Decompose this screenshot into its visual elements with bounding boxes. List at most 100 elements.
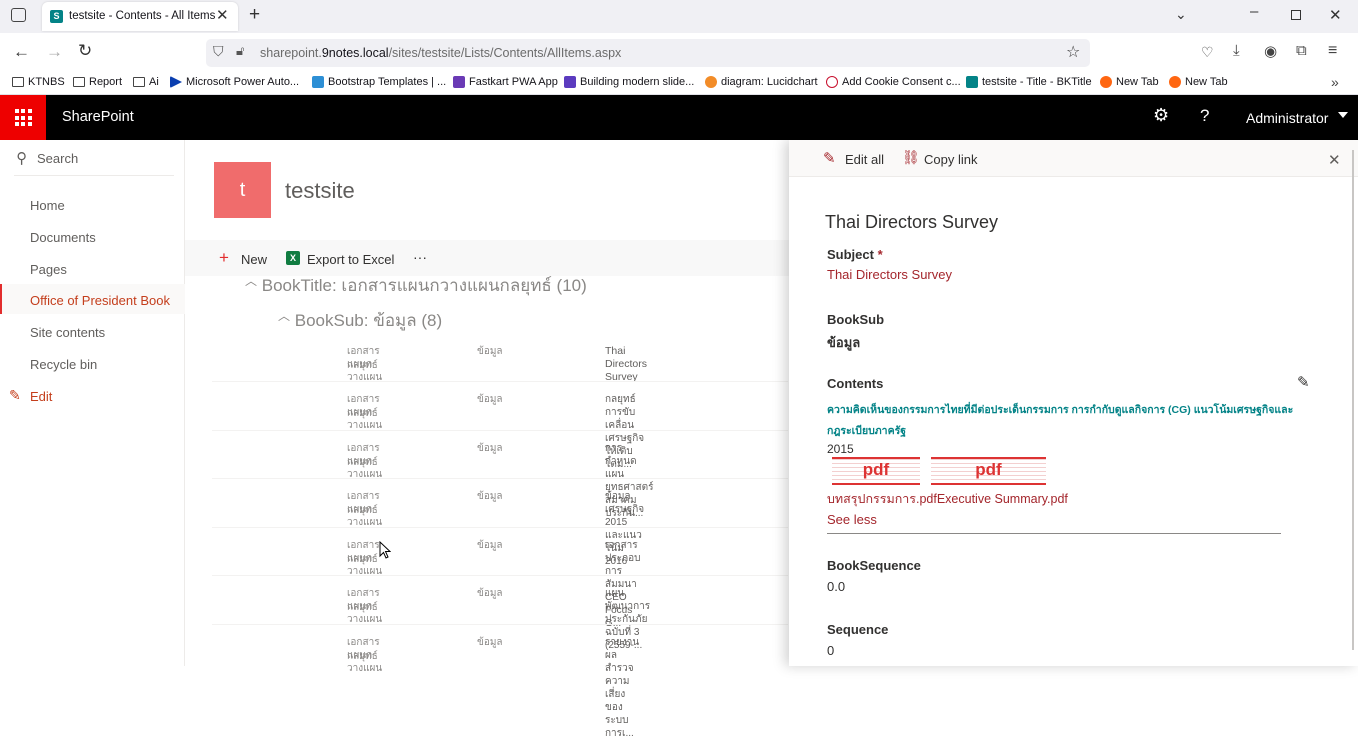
bookmark-item[interactable]: Fastkart PWA App: [453, 76, 558, 88]
copy-link-icon[interactable]: ⛓: [902, 149, 920, 166]
user-menu-caret-icon[interactable]: [1338, 112, 1348, 118]
contents-line-1[interactable]: ความคิดเห็นของกรรมการไทยที่มีต่อประเด็นก…: [827, 401, 1293, 418]
lock-icon[interactable]: 🔓︎: [236, 43, 244, 59]
browser-tab[interactable]: S testsite - Contents - All Items ✕: [42, 2, 238, 31]
edit-all-button[interactable]: Edit all: [845, 152, 884, 167]
back-icon[interactable]: ←: [13, 42, 30, 62]
bookmark-item[interactable]: Microsoft Power Auto...: [170, 76, 299, 88]
excel-icon: X: [286, 251, 300, 265]
extensions-icon[interactable]: ⧉: [1296, 42, 1307, 59]
new-tab-icon[interactable]: +: [249, 4, 260, 26]
tab-overflow-chevron-icon[interactable]: ⌄: [1175, 6, 1187, 23]
bookmark-item[interactable]: Add Cookie Consent c...: [826, 76, 961, 88]
new-button[interactable]: New: [241, 252, 267, 267]
sharepoint-icon: [966, 76, 978, 88]
nav-office-of-president-book[interactable]: Office of President Book: [30, 293, 170, 308]
bookmark-item[interactable]: KTNBS: [12, 76, 65, 88]
bookmark-star-icon[interactable]: ☆: [1066, 42, 1080, 62]
nav-recycle-bin[interactable]: Recycle bin: [30, 357, 97, 372]
booksub-label: BookSub: [827, 312, 885, 327]
pdf-icon-label: pdf: [975, 460, 1002, 479]
forward-icon[interactable]: →: [46, 42, 63, 62]
booksequence-value[interactable]: 0.0: [827, 579, 845, 594]
firefox-icon: [1169, 76, 1181, 88]
search-box[interactable]: Search: [37, 151, 78, 166]
row-divider: [212, 624, 788, 625]
bookmark-item[interactable]: New Tab: [1169, 76, 1228, 88]
booksub-group-label: BookSub: ข้อมูล (8): [294, 311, 443, 330]
plus-icon[interactable]: +: [219, 248, 229, 268]
contents-underline: [827, 533, 1281, 534]
contents-line-2[interactable]: กฎระเบียบภาครัฐ: [827, 422, 906, 439]
subject-value[interactable]: Thai Directors Survey: [827, 267, 952, 282]
search-underline: [14, 175, 174, 176]
cookie-consent-icon: [826, 76, 838, 88]
left-navigation: ⚲ Search Home Documents Pages Office of …: [0, 140, 185, 666]
bookmark-item[interactable]: Report: [73, 76, 122, 88]
nav-site-contents[interactable]: Site contents: [30, 325, 105, 340]
menu-icon[interactable]: ≡: [1328, 42, 1337, 60]
maximize-icon[interactable]: [1291, 10, 1301, 20]
close-window-icon[interactable]: ✕: [1329, 6, 1342, 24]
nav-edit[interactable]: Edit: [30, 389, 52, 404]
command-bar-background: [185, 240, 789, 276]
site-logo[interactable]: t: [214, 162, 271, 218]
user-name[interactable]: Administrator: [1246, 110, 1328, 126]
bookmark-item[interactable]: Building modern slide...: [564, 76, 694, 88]
copy-link-button[interactable]: Copy link: [924, 152, 977, 167]
bookmark-item[interactable]: diagram: Lucidchart: [705, 76, 818, 88]
tab-list-icon[interactable]: [11, 8, 26, 22]
pdf-file-icon[interactable]: pdf: [931, 457, 1046, 485]
edit-pencil-icon[interactable]: ✎: [9, 387, 21, 404]
pdf-file-icon[interactable]: pdf: [832, 457, 920, 485]
booktitle-group-header[interactable]: ︿ BookTitle: เอกสารแผนกวางแผนกลยุทธ์ (10…: [245, 272, 587, 299]
more-actions-icon[interactable]: ···: [413, 249, 427, 265]
export-to-excel-button[interactable]: Export to Excel: [307, 252, 394, 267]
row-divider: [212, 430, 788, 431]
app-name[interactable]: SharePoint: [62, 109, 134, 125]
edit-all-pencil-icon[interactable]: ✎: [823, 149, 836, 167]
bookmark-item[interactable]: testsite - Title - BKTitle: [966, 76, 1092, 88]
file-links[interactable]: บทสรุปกรรมการ.pdfExecutive Summary.pdf: [827, 489, 1068, 509]
pocket-icon[interactable]: ♡: [1201, 44, 1214, 61]
booksub-group-header[interactable]: ︿ BookSub: ข้อมูล (8): [278, 307, 442, 334]
url-text[interactable]: sharepoint.9notes.local/sites/testsite/L…: [260, 46, 621, 60]
nav-pages[interactable]: Pages: [30, 262, 67, 277]
booksub-value[interactable]: ข้อมูล: [827, 332, 860, 353]
collapse-chevron-icon[interactable]: ︿: [278, 309, 290, 323]
see-less-link[interactable]: See less: [827, 512, 877, 527]
booksequence-label: BookSequence: [827, 558, 921, 573]
bookmark-item[interactable]: New Tab: [1100, 76, 1159, 88]
search-icon[interactable]: ⚲: [16, 149, 27, 167]
site-title[interactable]: testsite: [285, 178, 355, 204]
downloads-icon[interactable]: ⤓: [1233, 42, 1240, 59]
bookmarks-overflow-icon[interactable]: »: [1331, 74, 1339, 90]
account-icon[interactable]: ◉: [1264, 42, 1277, 60]
nav-documents[interactable]: Documents: [30, 230, 96, 245]
collapse-chevron-icon[interactable]: ︿: [245, 274, 257, 288]
contents-label: Contents: [827, 376, 884, 391]
url-path: /sites/testsite/Lists/Contents/AllItems.…: [388, 46, 622, 60]
close-tab-icon[interactable]: ✕: [216, 6, 229, 24]
sequence-value[interactable]: 0: [827, 643, 834, 658]
panel-title: Thai Directors Survey: [825, 212, 999, 232]
close-panel-icon[interactable]: ✕: [1328, 151, 1341, 169]
settings-gear-icon[interactable]: ⚙: [1153, 105, 1169, 126]
lucidchart-icon: [705, 76, 717, 88]
url-bar[interactable]: ⛉ 🔓︎ sharepoint.9notes.local/sites/tests…: [206, 39, 1090, 67]
panel-scrollbar[interactable]: [1352, 150, 1354, 650]
row-divider: [212, 478, 788, 479]
reload-icon[interactable]: ↻: [78, 41, 92, 61]
app-launcher-waffle-icon[interactable]: [0, 95, 46, 140]
row-divider: [212, 575, 788, 576]
row-divider: [212, 381, 788, 382]
required-asterisk: *: [877, 247, 883, 262]
nav-home[interactable]: Home: [30, 198, 65, 213]
edit-contents-pencil-icon[interactable]: ✎: [1297, 373, 1310, 391]
bookmark-item[interactable]: Ai: [133, 76, 159, 88]
help-icon[interactable]: ?: [1200, 106, 1209, 126]
shield-icon[interactable]: ⛉: [213, 43, 224, 60]
minimize-icon[interactable]: –: [1250, 3, 1258, 20]
bookmark-item[interactable]: Bootstrap Templates | ...: [312, 76, 446, 88]
pdf-icon-label: pdf: [862, 460, 890, 479]
